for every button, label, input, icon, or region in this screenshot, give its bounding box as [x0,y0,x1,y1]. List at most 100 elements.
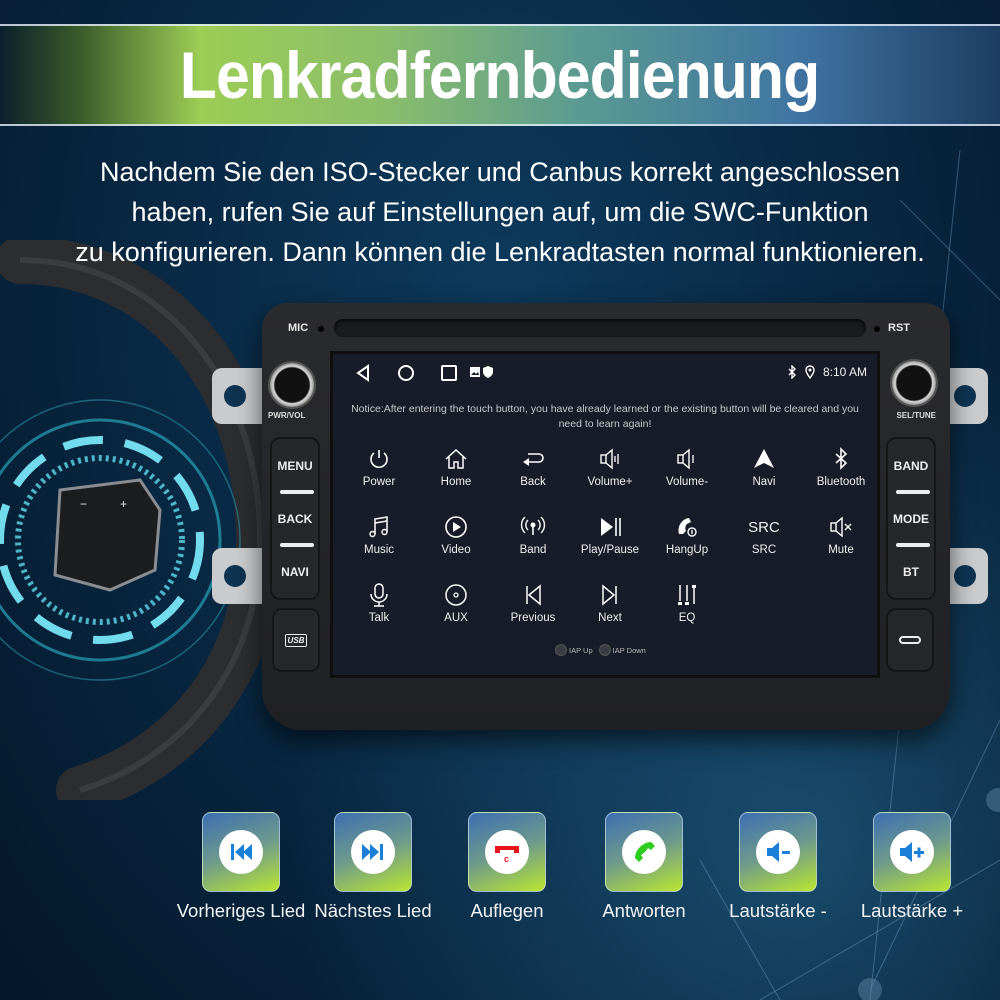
function-button-video[interactable]: Video [418,510,494,570]
tile-icon-box [739,812,817,892]
location-icon [805,365,815,379]
swc-feature-tiles: Vorheriges Lied Nächstes Lied c Auflegen Ant… [0,812,1000,932]
touchscreen: 8:10 AM Notice:After entering the touch … [330,351,880,678]
intro-line: Nachdem Sie den ISO-Stecker und Canbus k… [100,157,900,187]
play-circle-icon [445,516,467,538]
tile-icon-box: c [468,812,546,892]
function-label: HangUp [665,544,709,556]
cd-slot [334,319,866,337]
function-button-next[interactable]: Next [572,578,648,638]
mic-label: MIC [288,322,309,334]
svg-text:−: − [80,497,87,511]
aux-disc-icon [445,584,467,606]
tile-icon-circle [219,830,263,874]
volume-plus-icon [900,842,924,862]
function-label: Back [520,476,546,488]
rst-label: RST [888,322,910,334]
function-label: Home [440,476,472,488]
shield-notification-icon [483,366,493,378]
iap-up-button[interactable]: IAP Up [555,644,593,656]
select-tune-knob[interactable] [892,361,936,405]
function-button-talk[interactable]: Talk [341,578,417,638]
band-button[interactable]: BAND [888,439,934,492]
title-banner: Lenkradfernbedienung [0,24,1000,126]
function-button-aux[interactable]: AUX [418,578,494,638]
function-button-hangup[interactable]: HangUp [649,510,725,570]
mode-button[interactable]: MODE [888,490,934,545]
svg-text:c: c [504,854,509,864]
mute-icon [830,516,852,538]
navigation-arrow-icon [754,449,774,468]
function-button-music[interactable]: Music [341,510,417,570]
play-pause-icon [601,518,621,536]
function-label: AUX [444,612,468,624]
function-button-volume-[interactable]: Volume+ [572,442,648,502]
back-triangle-icon[interactable] [355,364,371,382]
function-button-back[interactable]: Back [495,442,571,502]
function-button-navi[interactable]: Navi [726,442,802,502]
clock: 8:10 AM [822,365,867,379]
recents-square-icon[interactable] [440,364,458,382]
feature-tile-volume-minus: Lautstärke - [729,812,827,922]
volume-up-icon [600,448,619,470]
tile-icon-circle [351,830,395,874]
function-label: Mute [828,544,854,556]
usb-icon: USB [284,633,308,647]
function-button-src[interactable]: SRC SRC [726,510,802,570]
function-label: Volume- [665,476,709,488]
tile-icon-circle [622,830,666,874]
power-volume-label: PWR/VOL [268,411,306,420]
function-button-eq[interactable]: EQ [649,578,725,638]
type-c-port[interactable] [886,608,934,672]
function-button-previous[interactable]: Previous [495,578,571,638]
return-arrow-icon [523,453,544,466]
type-c-icon [899,636,921,644]
power-volume-knob[interactable] [270,363,314,407]
iap-down-button[interactable]: IAP Down [598,644,646,656]
back-hardware-button[interactable]: BACK [272,490,318,545]
function-button-volume-[interactable]: Volume- [649,442,725,502]
mic-hole [318,326,324,332]
function-button-play-pause[interactable]: Play/Pause [572,510,648,570]
previous-track-icon [231,844,252,860]
function-button-home[interactable]: Home [418,442,494,502]
function-button-mute[interactable]: Mute [803,510,879,570]
function-label: Play/Pause [580,544,640,556]
volume-down-icon [677,448,694,470]
hangup-phone-icon [678,518,697,537]
tile-icon-circle: c [485,830,529,874]
function-label: EQ [678,612,696,624]
feature-tile-previous-track: Vorheriges Lied [177,812,305,922]
intro-text: Nachdem Sie den ISO-Stecker und Canbus k… [0,152,1000,272]
page-title: Lenkradfernbedienung [180,38,820,112]
volume-minus-icon [767,842,790,862]
function-button-bluetooth[interactable]: Bluetooth [803,442,879,502]
function-label: Power [362,476,396,488]
function-label: Previous [510,612,556,624]
navi-button[interactable]: NAVI [272,543,318,598]
reset-hole[interactable] [874,326,880,332]
tile-icon-circle [890,830,934,874]
left-hardware-buttons: MENU BACK NAVI [270,437,320,600]
skip-previous-icon [526,584,541,606]
src-text-icon: SRC [748,519,780,536]
tile-label: Auflegen [470,900,544,921]
usb-port[interactable]: USB [272,608,320,672]
skip-next-icon [602,584,617,606]
iap-controls: IAP Up IAP Down [555,644,646,656]
iap-down-label: IAP Down [612,645,646,655]
music-note-icon [369,516,388,538]
menu-button[interactable]: MENU [272,439,318,492]
iap-up-label: IAP Up [569,645,593,655]
right-hardware-buttons: BAND MODE BT [886,437,936,600]
bt-button[interactable]: BT [888,543,934,598]
steering-wheel-illustration: − + [0,240,280,800]
function-button-band[interactable]: Band [495,510,571,570]
function-button-power[interactable]: Power [341,442,417,502]
intro-line: zu konfigurieren. Dann können die Lenkra… [75,237,925,267]
iap-up-dot-icon [555,644,567,656]
tile-icon-circle [756,830,800,874]
function-label: Next [598,612,622,624]
home-circle-icon[interactable] [397,364,415,382]
tile-label: Lautstärke + [860,900,964,921]
